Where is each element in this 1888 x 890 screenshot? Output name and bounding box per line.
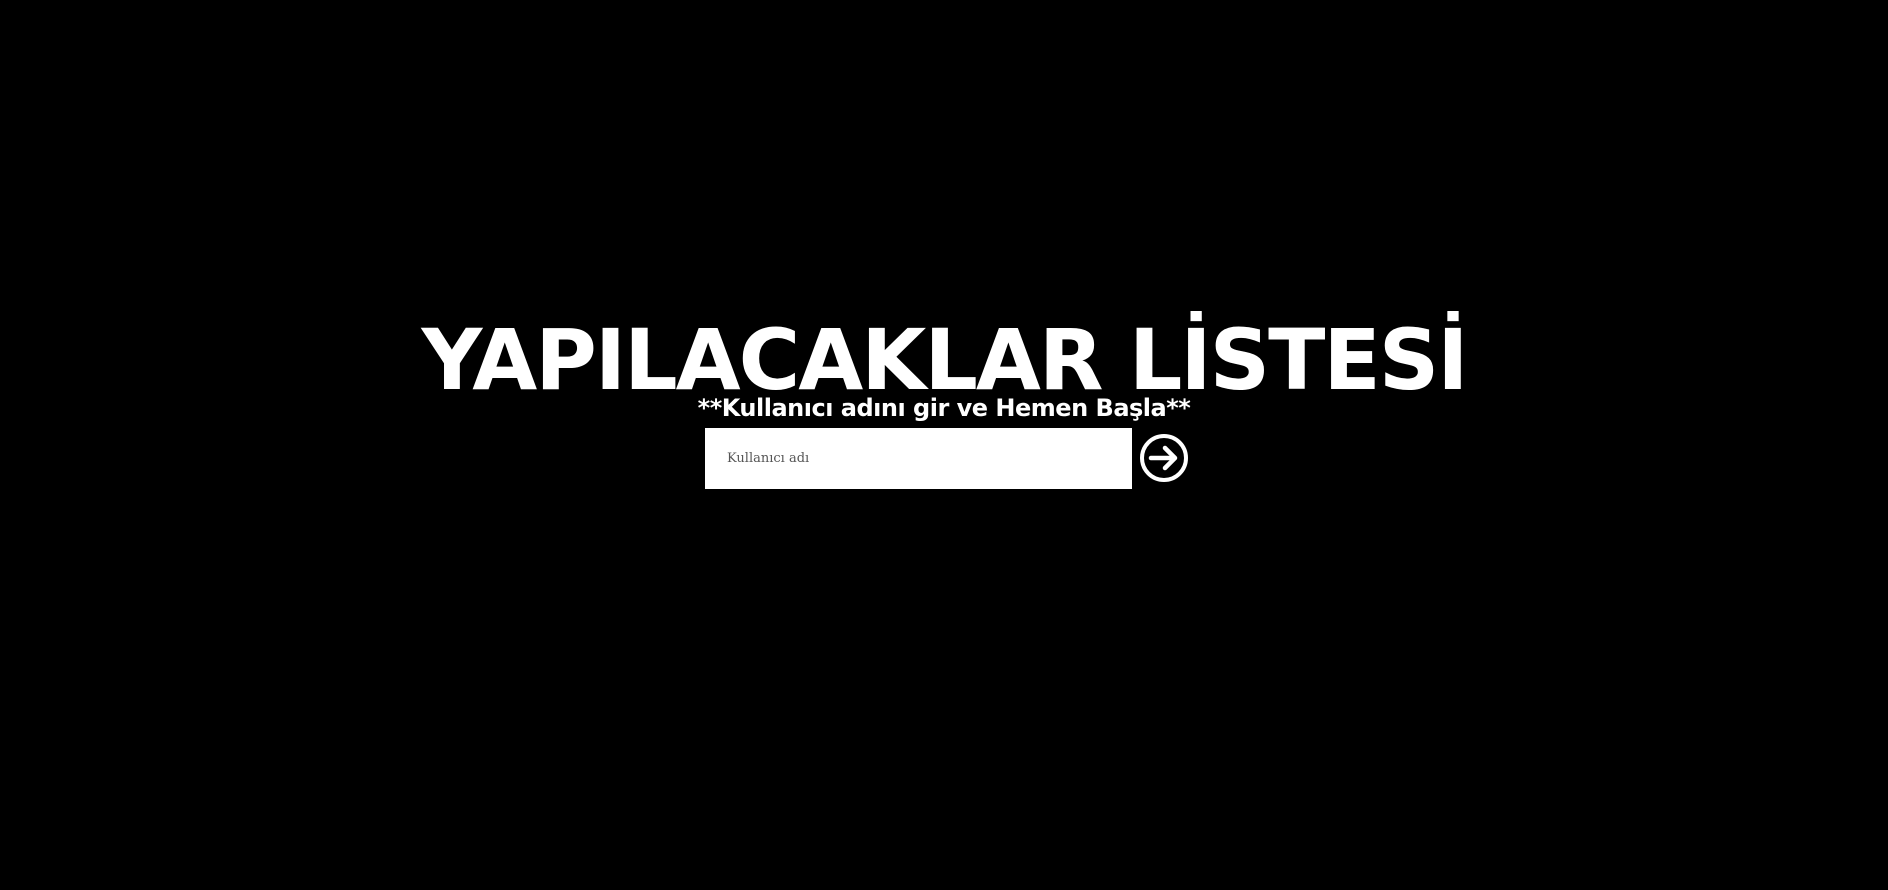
username-input[interactable] xyxy=(705,427,1132,489)
arrow-right-circle-icon xyxy=(1140,434,1188,482)
page-subtitle: **Kullanıcı adını gir ve Hemen Başla** xyxy=(697,394,1191,422)
submit-button[interactable] xyxy=(1138,432,1190,484)
page: YAPILACAKLAR LİSTESİ **Kullanıcı adını g… xyxy=(0,0,1888,890)
login-form xyxy=(705,427,1190,489)
